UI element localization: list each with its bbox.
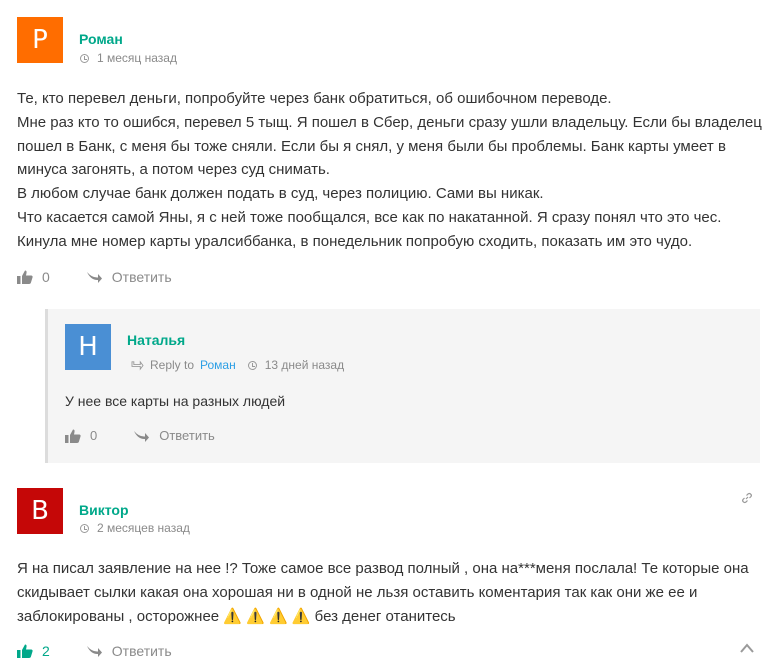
- reply-button[interactable]: Ответить: [133, 428, 215, 443]
- comment-date[interactable]: 2 месяцев назад: [80, 521, 190, 535]
- comment-line: заблокированы , осторожнее ⚠️ ⚠️ ⚠️ ⚠️ б…: [17, 607, 456, 625]
- like-button[interactable]: 0: [17, 269, 86, 285]
- comment-time: 1 месяц назад: [97, 51, 177, 65]
- like-count: 0: [42, 269, 50, 285]
- reply-arrow-icon: [86, 646, 102, 657]
- reply-label: Ответить: [159, 428, 215, 443]
- comment-line: Мне раз кто то ошибся, перевел 5 тыщ. Я …: [17, 113, 762, 131]
- reply-arrow-icon: [134, 430, 150, 442]
- comment-author[interactable]: Виктор: [79, 502, 129, 518]
- clock-icon: [80, 53, 89, 63]
- comment-text: Я на писал заявление на нее !? Тоже само…: [17, 557, 762, 628]
- like-button[interactable]: 0: [65, 428, 133, 443]
- link-icon[interactable]: [741, 492, 753, 504]
- comment-line: минуса загонять, а потом через суд снима…: [17, 161, 330, 179]
- comment-line: Я на писал заявление на нее !? Тоже само…: [17, 560, 749, 577]
- reply-to-link[interactable]: Роман: [200, 358, 236, 372]
- comment-line: Те, кто перевел деньги, попробуйте через…: [17, 90, 612, 107]
- thumbs-up-icon: [65, 429, 81, 443]
- comment-text: У нее все карты на разных людей: [65, 393, 286, 409]
- chevron-up-icon[interactable]: [740, 643, 754, 653]
- avatar: В: [17, 488, 63, 534]
- like-count: 2: [42, 643, 50, 659]
- comment-line: В любом случае банк должен подать в суд,…: [17, 185, 544, 203]
- reply-label: Ответить: [111, 643, 172, 659]
- comment-author[interactable]: Роман: [79, 31, 123, 47]
- reply-button[interactable]: Ответить: [86, 643, 172, 659]
- thumbs-up-icon: [17, 270, 33, 284]
- reply-arrow-icon: [131, 359, 144, 371]
- comment-author[interactable]: Наталья: [127, 332, 185, 348]
- reply-to-label: Reply to: [150, 358, 195, 372]
- like-count: 0: [90, 428, 98, 443]
- reply-comment-natalya: Н Наталья Reply to Роман 13 дней назад У…: [45, 309, 760, 463]
- avatar: Р: [17, 17, 63, 63]
- reply-button[interactable]: Ответить: [86, 269, 172, 285]
- thumbs-up-icon: [17, 644, 33, 658]
- clock-icon: [247, 360, 257, 370]
- reply-arrow-icon: [86, 272, 102, 283]
- comment-meta: Reply to Роман 13 дней назад: [131, 358, 344, 372]
- comment-line: пошел в Банк, с меня бы тоже сняли. Если…: [17, 137, 726, 155]
- like-button[interactable]: 2: [17, 643, 86, 659]
- comment-time[interactable]: 13 дней назад: [265, 358, 344, 372]
- comment-line: Что касается самой Яны, я с ней тоже поо…: [17, 208, 722, 226]
- comment-line: скидывает сылки какая она хорошая ни в о…: [17, 583, 698, 601]
- comment-actions: 0 Ответить: [65, 428, 215, 443]
- comment-line: Кинула мне номер карты уралсиббанка, в п…: [17, 232, 693, 250]
- comment-time: 2 месяцев назад: [97, 521, 190, 535]
- comment-actions: 2 Ответить: [17, 643, 172, 659]
- reply-label: Ответить: [111, 269, 172, 285]
- comment-date[interactable]: 1 месяц назад: [80, 51, 177, 65]
- avatar: Н: [65, 324, 111, 370]
- comment-text: Те, кто перевел деньги, попробуйте через…: [17, 87, 762, 254]
- clock-icon: [80, 523, 89, 533]
- comment-actions: 0 Ответить: [17, 269, 172, 285]
